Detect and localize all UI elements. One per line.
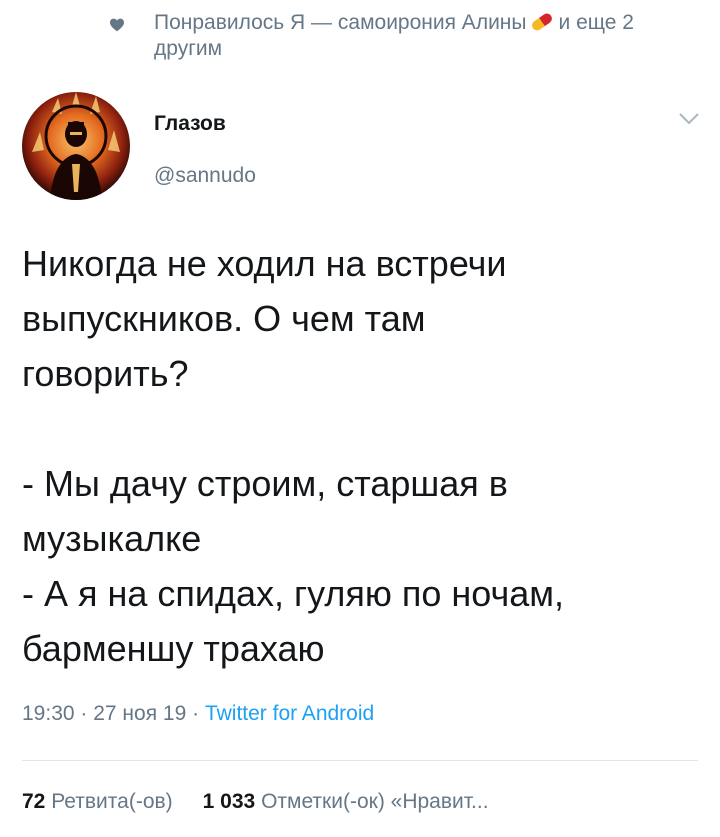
- user-handle[interactable]: @sannudo: [154, 164, 256, 188]
- pill-icon: [531, 13, 552, 31]
- social-context-text-before: Понравилось Я — самоирония Алины: [154, 11, 527, 34]
- likes-label: Отметки(-ок) «Нравит...: [261, 790, 489, 813]
- retweets-label: Ретвита(-ов): [51, 790, 173, 813]
- avatar[interactable]: [22, 92, 130, 200]
- retweets-stat[interactable]: 72 Ретвита(-ов): [22, 790, 173, 813]
- heart-icon: [110, 18, 124, 32]
- tweet-text: Никогда не ходил на встречи выпускников.…: [22, 243, 565, 669]
- tweet-header: Глазов @sannudo: [22, 92, 700, 202]
- tweet-source-link[interactable]: Twitter for Android: [205, 702, 374, 725]
- likes-stat[interactable]: 1 033 Отметки(-ок) «Нравит...: [203, 790, 489, 813]
- tweet-stats: 72 Ретвита(-ов) 1 033 Отметки(-ок) «Нрави…: [22, 790, 489, 814]
- social-context-text: Понравилось Я — самоирония Алины и еще 2…: [154, 10, 692, 62]
- meta-separator: ·: [186, 702, 205, 725]
- meta-separator: ·: [74, 702, 94, 725]
- tweet-time[interactable]: 19:30: [22, 702, 75, 725]
- divider: [22, 760, 698, 761]
- tweet-date[interactable]: 27 ноя 19: [93, 702, 186, 725]
- retweets-count: 72: [22, 790, 46, 813]
- display-name[interactable]: Глазов: [154, 112, 226, 136]
- tweet-meta: 19:30 · 27 ноя 19 · Twitter for Android: [22, 702, 374, 726]
- social-context[interactable]: Понравилось Я — самоирония Алины и еще 2…: [110, 10, 692, 62]
- avatar-image: [22, 92, 130, 200]
- likes-count: 1 033: [202, 790, 256, 813]
- chevron-down-icon[interactable]: [678, 112, 700, 126]
